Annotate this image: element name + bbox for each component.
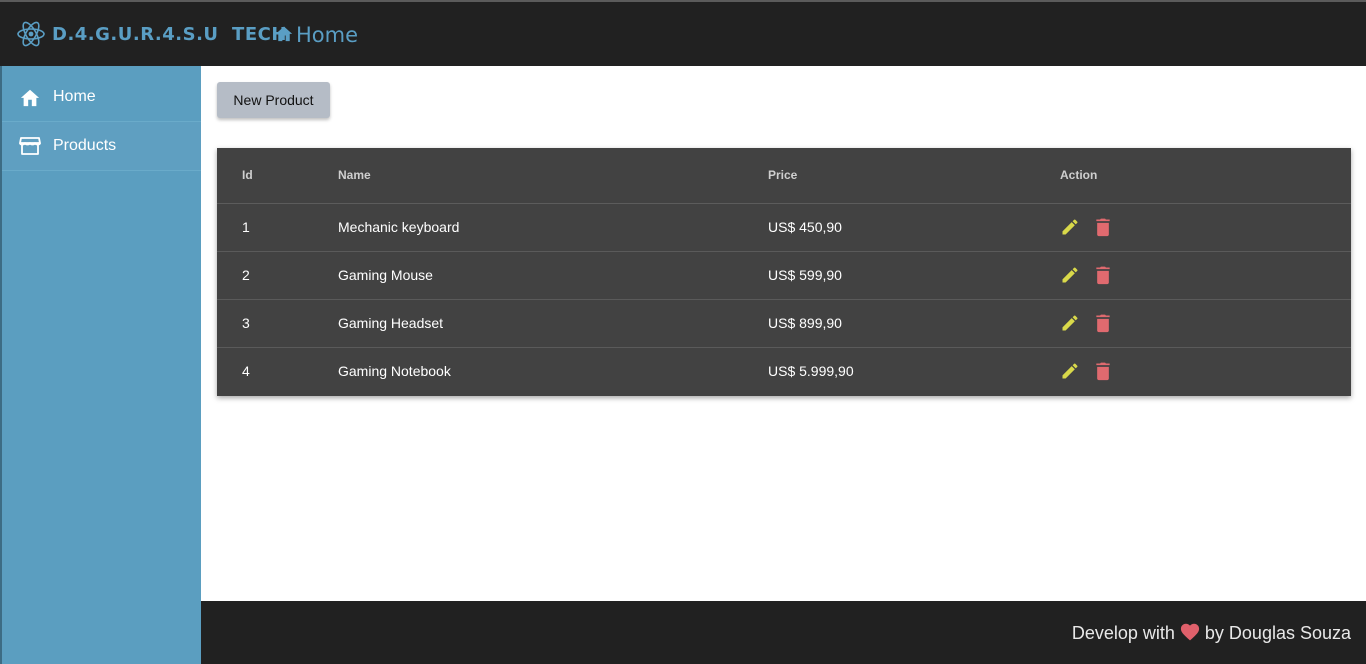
cell-id: 1 <box>217 203 338 252</box>
table-row: 3 Gaming Headset US$ 899,90 <box>217 299 1351 348</box>
home-icon <box>274 23 296 47</box>
atom-logo-icon <box>16 18 46 50</box>
cell-name: Gaming Headset <box>338 299 768 348</box>
heart-icon <box>1175 621 1205 646</box>
cell-actions <box>1060 251 1351 300</box>
brand-name: D.4.G.U.R.4.S.U TECH <box>52 23 287 45</box>
trash-icon[interactable] <box>1094 265 1112 285</box>
table-row: 4 Gaming Notebook US$ 5.999,90 <box>217 347 1351 395</box>
new-product-button[interactable]: New Product <box>217 82 330 118</box>
cell-price: US$ 5.999,90 <box>768 363 854 380</box>
footer-credit: Develop with by Douglas Souza <box>1072 621 1351 646</box>
table-row: 1 Mechanic keyboard US$ 450,90 <box>217 203 1351 252</box>
cell-actions <box>1060 347 1351 395</box>
column-header-price[interactable]: Price <box>768 148 1060 204</box>
cell-actions <box>1060 299 1351 348</box>
cell-id: 3 <box>217 299 338 348</box>
cell-actions <box>1060 203 1351 252</box>
trash-icon[interactable] <box>1094 313 1112 333</box>
sidebar: Home Products <box>0 66 201 664</box>
cell-name: Mechanic keyboard <box>338 203 768 252</box>
trash-icon[interactable] <box>1094 217 1112 237</box>
trash-icon[interactable] <box>1094 361 1112 381</box>
sidebar-item-products[interactable]: Products <box>2 122 201 170</box>
cell-price: US$ 899,90 <box>768 299 1060 348</box>
pencil-icon[interactable] <box>1060 361 1080 381</box>
table-header-row: Id Name Price Action <box>217 148 1351 204</box>
store-icon <box>19 135 41 157</box>
table-row: 2 Gaming Mouse US$ 599,90 <box>217 251 1351 300</box>
column-header-action: Action <box>1060 148 1351 204</box>
home-icon <box>19 86 41 108</box>
cell-id: 2 <box>217 251 338 300</box>
sidebar-divider <box>2 170 201 171</box>
pencil-icon[interactable] <box>1060 217 1080 237</box>
breadcrumb: Home <box>274 20 358 50</box>
top-app-bar: D.4.G.U.R.4.S.U TECH Home <box>0 0 1366 66</box>
column-header-name[interactable]: Name <box>338 148 768 204</box>
footer-prefix: Develop with <box>1071 623 1175 643</box>
cell-price: US$ 599,90 <box>768 251 1060 300</box>
breadcrumb-label: Home <box>296 23 359 47</box>
cell-price: US$ 450,90 <box>768 203 1060 252</box>
footer: Develop with by Douglas Souza <box>201 601 1366 664</box>
cell-name: Gaming Notebook <box>338 363 451 380</box>
column-header-id[interactable]: Id <box>217 148 338 204</box>
sidebar-item-label: Products <box>53 137 117 154</box>
sidebar-item-label: Home <box>53 88 96 105</box>
pencil-icon[interactable] <box>1060 265 1080 285</box>
pencil-icon[interactable] <box>1060 313 1080 333</box>
brand[interactable]: D.4.G.U.R.4.S.U TECH <box>16 16 287 52</box>
footer-suffix: by Douglas Souza <box>1204 623 1351 643</box>
cell-id: 4 <box>242 363 250 380</box>
products-table: Id Name Price Action 1 Mechanic keyboard… <box>217 148 1351 396</box>
sidebar-item-home[interactable]: Home <box>2 73 201 121</box>
cell-name: Gaming Mouse <box>338 251 768 300</box>
